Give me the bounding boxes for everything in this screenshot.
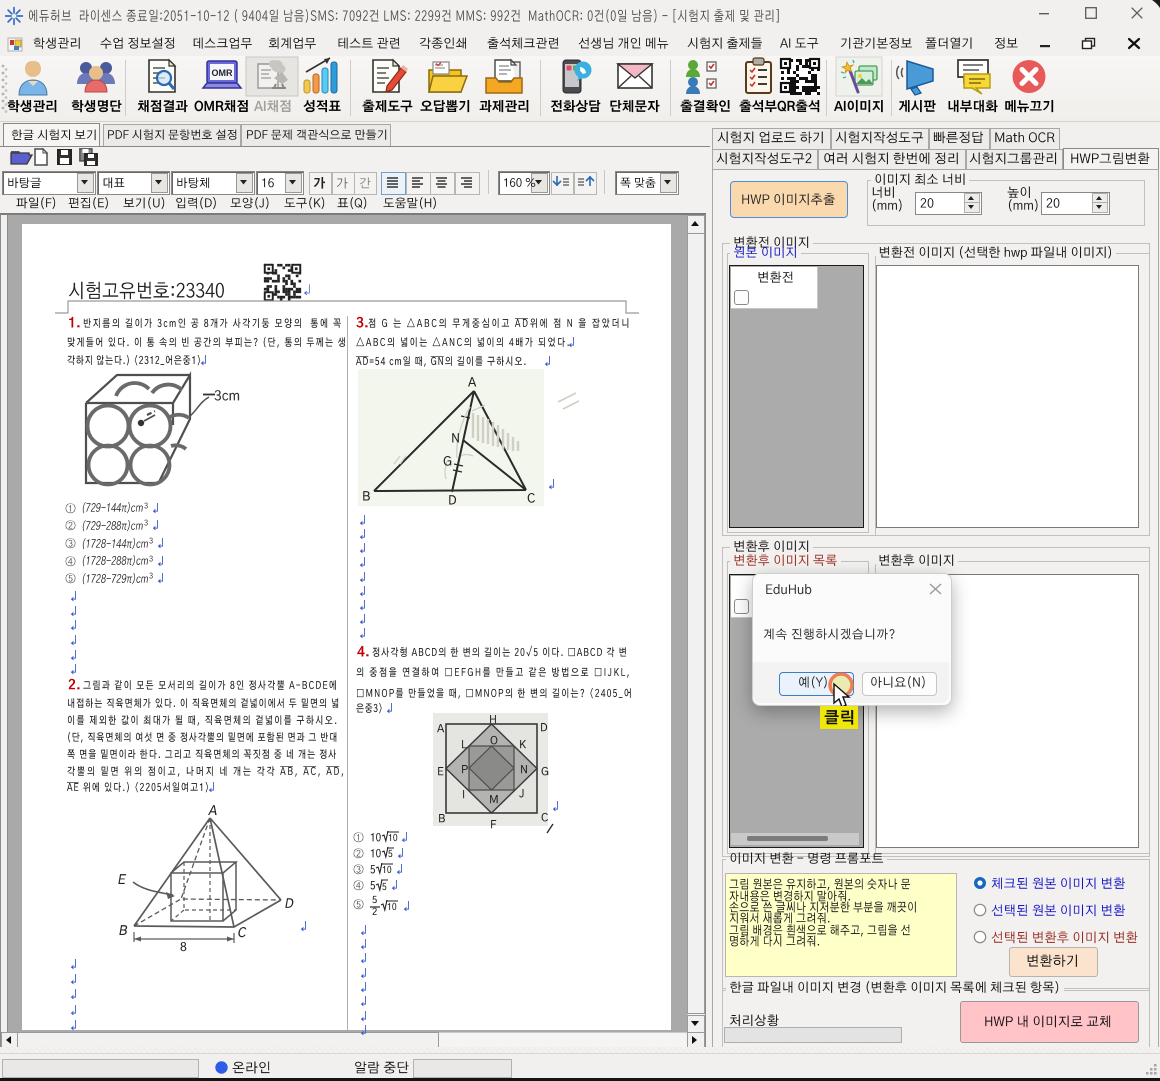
svg-text:OMR: OMR bbox=[211, 68, 232, 78]
